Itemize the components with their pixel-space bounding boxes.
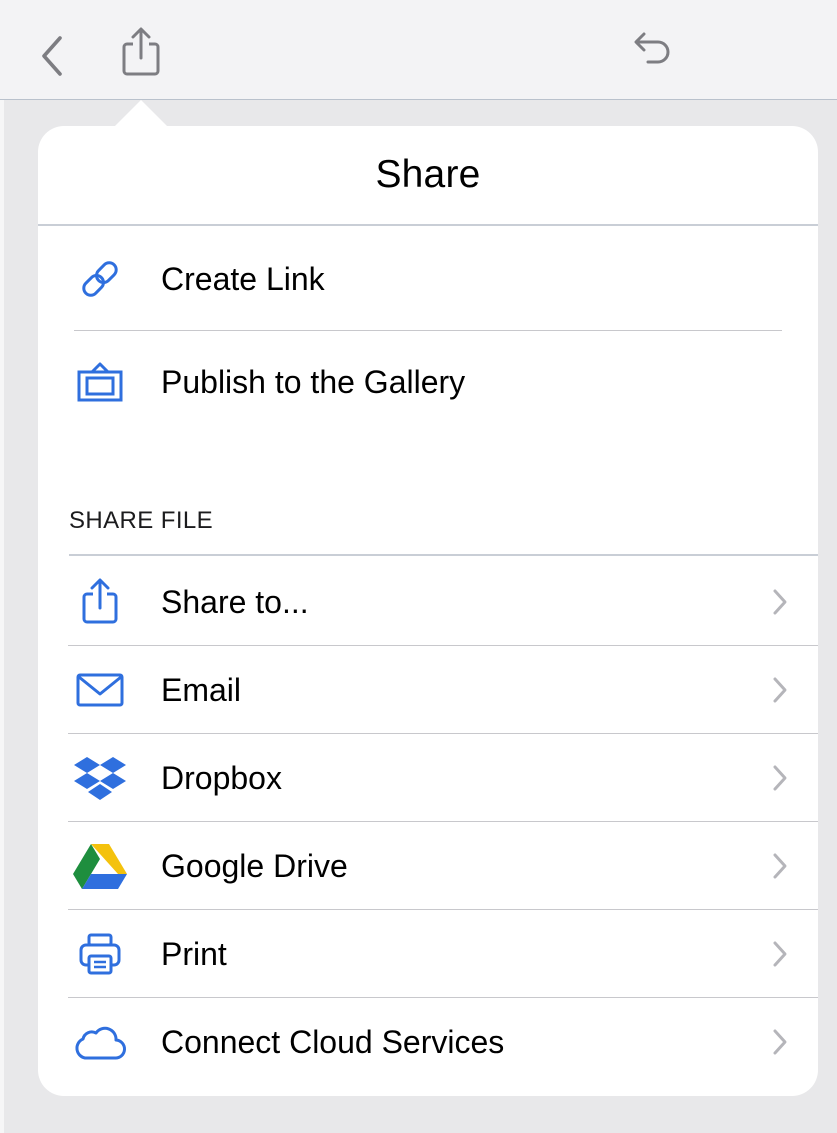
back-button[interactable] <box>30 30 76 82</box>
popover-header: Share <box>38 126 818 226</box>
email-item[interactable]: Email <box>38 646 818 734</box>
chevron-right-icon <box>768 763 792 793</box>
mail-icon <box>72 662 128 718</box>
publish-gallery-item[interactable]: Publish to the Gallery <box>38 331 818 433</box>
publish-gallery-label: Publish to the Gallery <box>161 363 466 400</box>
undo-icon <box>634 32 670 64</box>
google-drive-icon <box>72 838 128 894</box>
dropbox-item[interactable]: Dropbox <box>38 734 818 822</box>
create-link-label: Create Link <box>161 260 325 297</box>
connect-cloud-label: Connect Cloud Services <box>161 1023 505 1060</box>
printer-icon <box>72 926 128 982</box>
chevron-left-icon <box>42 36 62 76</box>
create-link-item[interactable]: Create Link <box>38 228 818 330</box>
dropbox-icon <box>72 750 128 806</box>
email-label: Email <box>161 671 242 708</box>
google-drive-label: Google Drive <box>161 847 348 884</box>
chevron-right-icon <box>768 939 792 969</box>
undo-button[interactable] <box>626 26 678 78</box>
popover-title: Share <box>375 153 481 196</box>
link-icon <box>72 251 128 307</box>
toolbar <box>0 0 837 100</box>
chevron-right-icon <box>768 587 792 617</box>
print-item[interactable]: Print <box>38 910 818 998</box>
popover-arrow <box>114 100 168 127</box>
share-popover: Share Create Link Publish to the Gallery… <box>38 126 818 1096</box>
share-icon <box>122 27 160 76</box>
chevron-right-icon <box>768 851 792 881</box>
print-label: Print <box>161 935 227 972</box>
share-to-item[interactable]: Share to... <box>38 558 818 646</box>
gallery-icon <box>72 354 128 410</box>
chevron-right-icon <box>768 675 792 705</box>
share-to-label: Share to... <box>161 583 309 620</box>
connect-cloud-item[interactable]: Connect Cloud Services <box>38 998 818 1086</box>
dropbox-label: Dropbox <box>161 759 282 796</box>
share-icon <box>72 574 128 630</box>
chevron-right-icon <box>768 1027 792 1057</box>
section-divider <box>69 554 818 556</box>
google-drive-item[interactable]: Google Drive <box>38 822 818 910</box>
cloud-icon <box>72 1014 128 1070</box>
share-button[interactable] <box>116 24 166 80</box>
section-header: SHARE FILE <box>69 507 214 534</box>
